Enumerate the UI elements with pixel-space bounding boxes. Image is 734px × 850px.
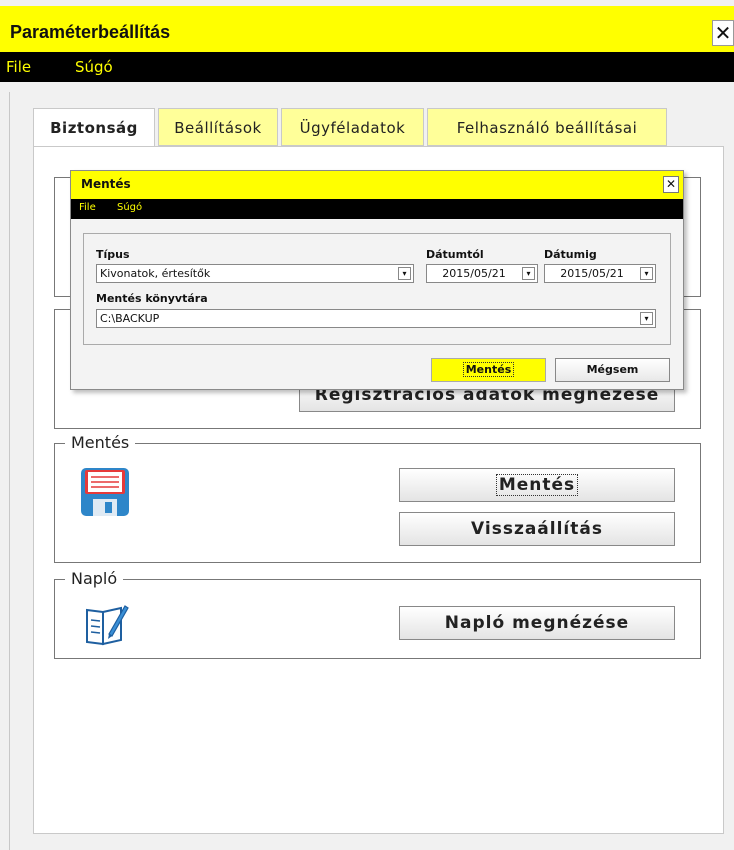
menu-file[interactable]: File xyxy=(6,58,31,76)
title-bar: Paraméterbeállítás ✕ xyxy=(0,6,734,52)
save-button[interactable]: Mentés xyxy=(399,468,675,502)
dialog-save-label: Mentés xyxy=(462,362,515,377)
dialog-menu-file[interactable]: File xyxy=(79,202,96,213)
save-button-label: Mentés xyxy=(495,474,579,496)
dialog-save-button[interactable]: Mentés xyxy=(431,358,546,382)
dialog-menu-bar: File Súgó xyxy=(71,199,683,219)
tab-security[interactable]: Biztonság xyxy=(33,108,155,147)
save-dialog: Mentés ✕ File Súgó Típus Kivonatok, érte… xyxy=(70,170,684,390)
date-to-value: 2015/05/21 xyxy=(560,267,624,280)
dialog-menu-help[interactable]: Súgó xyxy=(117,202,142,213)
group-log-legend: Napló xyxy=(65,569,124,588)
type-label: Típus xyxy=(96,248,130,261)
date-to-select[interactable]: 2015/05/21 ▾ xyxy=(544,264,656,283)
backup-dir-value: C:\BACKUP xyxy=(100,312,160,325)
group-backup: Mentés Mentés Visszaállítás xyxy=(54,433,701,563)
dialog-title: Mentés xyxy=(81,177,131,191)
dialog-close-icon[interactable]: ✕ xyxy=(663,176,679,193)
main-window: Paraméterbeállítás ✕ File Súgó Biztonság… xyxy=(0,0,734,850)
chevron-down-icon: ▾ xyxy=(522,267,535,280)
tab-settings[interactable]: Beállítások xyxy=(158,108,278,146)
chevron-down-icon: ▾ xyxy=(398,267,411,280)
view-log-button[interactable]: Napló megnézése xyxy=(399,606,675,640)
floppy-disk-icon xyxy=(81,468,129,516)
date-from-value: 2015/05/21 xyxy=(442,267,506,280)
backup-dir-select[interactable]: C:\BACKUP ▾ xyxy=(96,309,656,328)
dialog-form-panel: Típus Kivonatok, értesítők ▾ Dátumtól 20… xyxy=(83,233,671,345)
type-select-value: Kivonatok, értesítők xyxy=(100,267,211,280)
window-title: Paraméterbeállítás xyxy=(10,22,171,42)
date-from-select[interactable]: 2015/05/21 ▾ xyxy=(426,264,538,283)
backup-dir-label: Mentés könyvtára xyxy=(96,292,208,305)
tab-client-data[interactable]: Ügyféladatok xyxy=(281,108,424,146)
group-log: Napló Napló megnézése xyxy=(54,569,701,659)
dialog-cancel-button[interactable]: Mégsem xyxy=(555,358,670,382)
type-select[interactable]: Kivonatok, értesítők ▾ xyxy=(96,264,414,283)
chevron-down-icon: ▾ xyxy=(640,312,653,325)
menu-bar: File Súgó xyxy=(0,52,734,82)
tab-user-settings[interactable]: Felhasználó beállításai xyxy=(427,108,667,146)
menu-help[interactable]: Súgó xyxy=(75,58,113,76)
restore-button[interactable]: Visszaállítás xyxy=(399,512,675,546)
close-icon[interactable]: ✕ xyxy=(712,20,734,46)
date-from-label: Dátumtól xyxy=(426,248,484,261)
chevron-down-icon: ▾ xyxy=(640,267,653,280)
group-backup-legend: Mentés xyxy=(65,433,136,452)
dialog-title-bar: Mentés ✕ xyxy=(71,171,683,199)
notebook-pen-icon xyxy=(86,605,129,646)
date-to-label: Dátumig xyxy=(544,248,597,261)
